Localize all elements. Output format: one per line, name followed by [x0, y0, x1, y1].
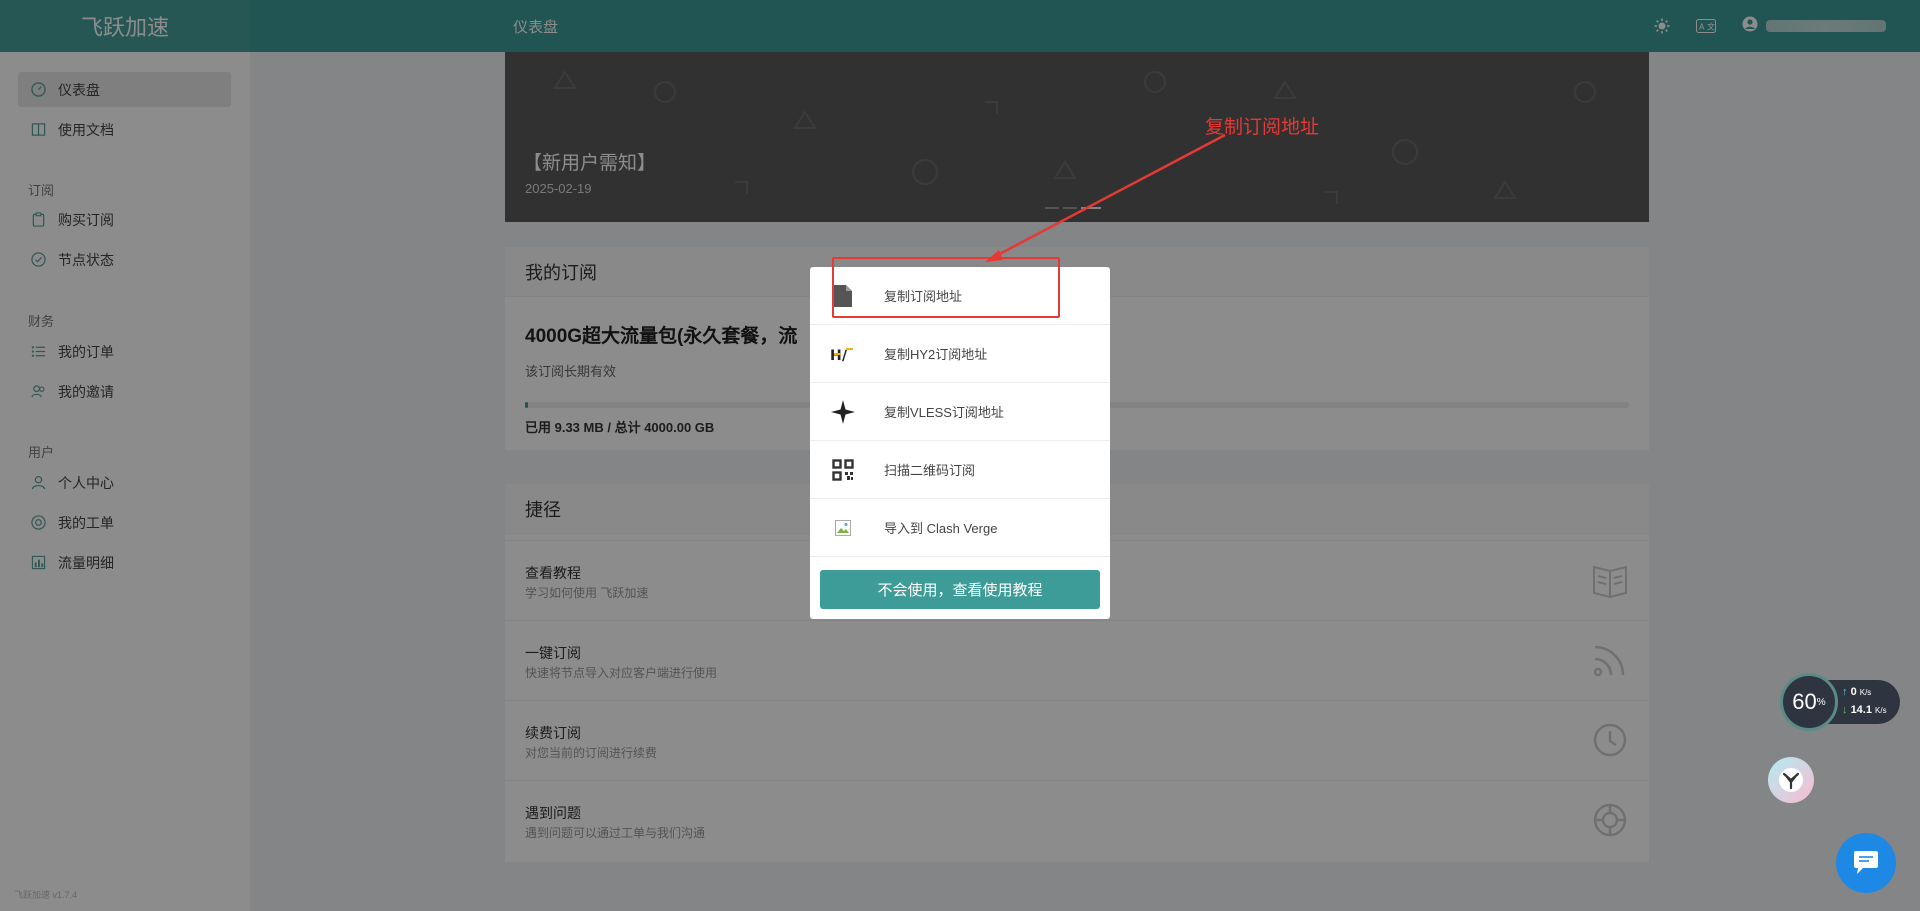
svg-text:H: H [830, 348, 842, 363]
subscribe-popup: 复制订阅地址 H / 复制HY2订阅地址 复制VLESS订阅地址 扫描二维码订阅 … [810, 267, 1110, 619]
cpu-usage-unit: % [1816, 696, 1826, 708]
cpu-usage-ring: 60% [1780, 673, 1838, 731]
upload-unit: K/s [1859, 688, 1872, 697]
popup-item-label: 导入到 Clash Verge [884, 521, 998, 536]
download-unit: K/s [1875, 706, 1887, 715]
download-speed: ↓ 14.1 K/s [1842, 704, 1887, 716]
copy-hy2-url[interactable]: H / 复制HY2订阅地址 [810, 325, 1110, 383]
network-speed-widget[interactable]: 60% ↑ 0 K/s ↓ 14.1 K/s [1780, 673, 1900, 731]
annotation-label: 复制订阅地址 [1205, 117, 1320, 138]
chat-bubble-icon [1854, 851, 1878, 874]
popup-item-label: 复制VLESS订阅地址 [884, 405, 1004, 420]
vless-star-icon [830, 399, 856, 425]
download-arrow-icon: ↓ [1842, 704, 1848, 716]
qrcode-icon [830, 457, 856, 483]
popup-item-label: 复制HY2订阅地址 [884, 347, 988, 362]
scan-qrcode[interactable]: 扫描二维码订阅 [810, 441, 1110, 499]
svg-text:/: / [842, 348, 848, 363]
view-tutorial-button[interactable]: 不会使用，查看使用教程 [820, 570, 1100, 609]
popup-item-label: 扫描二维码订阅 [884, 463, 976, 478]
import-clash-verge[interactable]: 导入到 Clash Verge [810, 499, 1110, 557]
upload-speed: ↑ 0 K/s [1842, 686, 1871, 698]
app-logo-badge[interactable] [1768, 757, 1814, 803]
broken-image-icon [830, 515, 856, 541]
annotation-highlight-box [832, 257, 1060, 318]
hy2-icon: H / [830, 341, 856, 367]
app-logo-icon [1779, 768, 1803, 792]
download-value: 14.1 [1850, 704, 1872, 716]
upload-arrow-icon: ↑ [1842, 686, 1848, 698]
cpu-usage-value: 60 [1792, 689, 1817, 714]
upload-value: 0 [1850, 686, 1857, 698]
chat-support-button[interactable] [1836, 833, 1896, 893]
copy-vless-url[interactable]: 复制VLESS订阅地址 [810, 383, 1110, 441]
